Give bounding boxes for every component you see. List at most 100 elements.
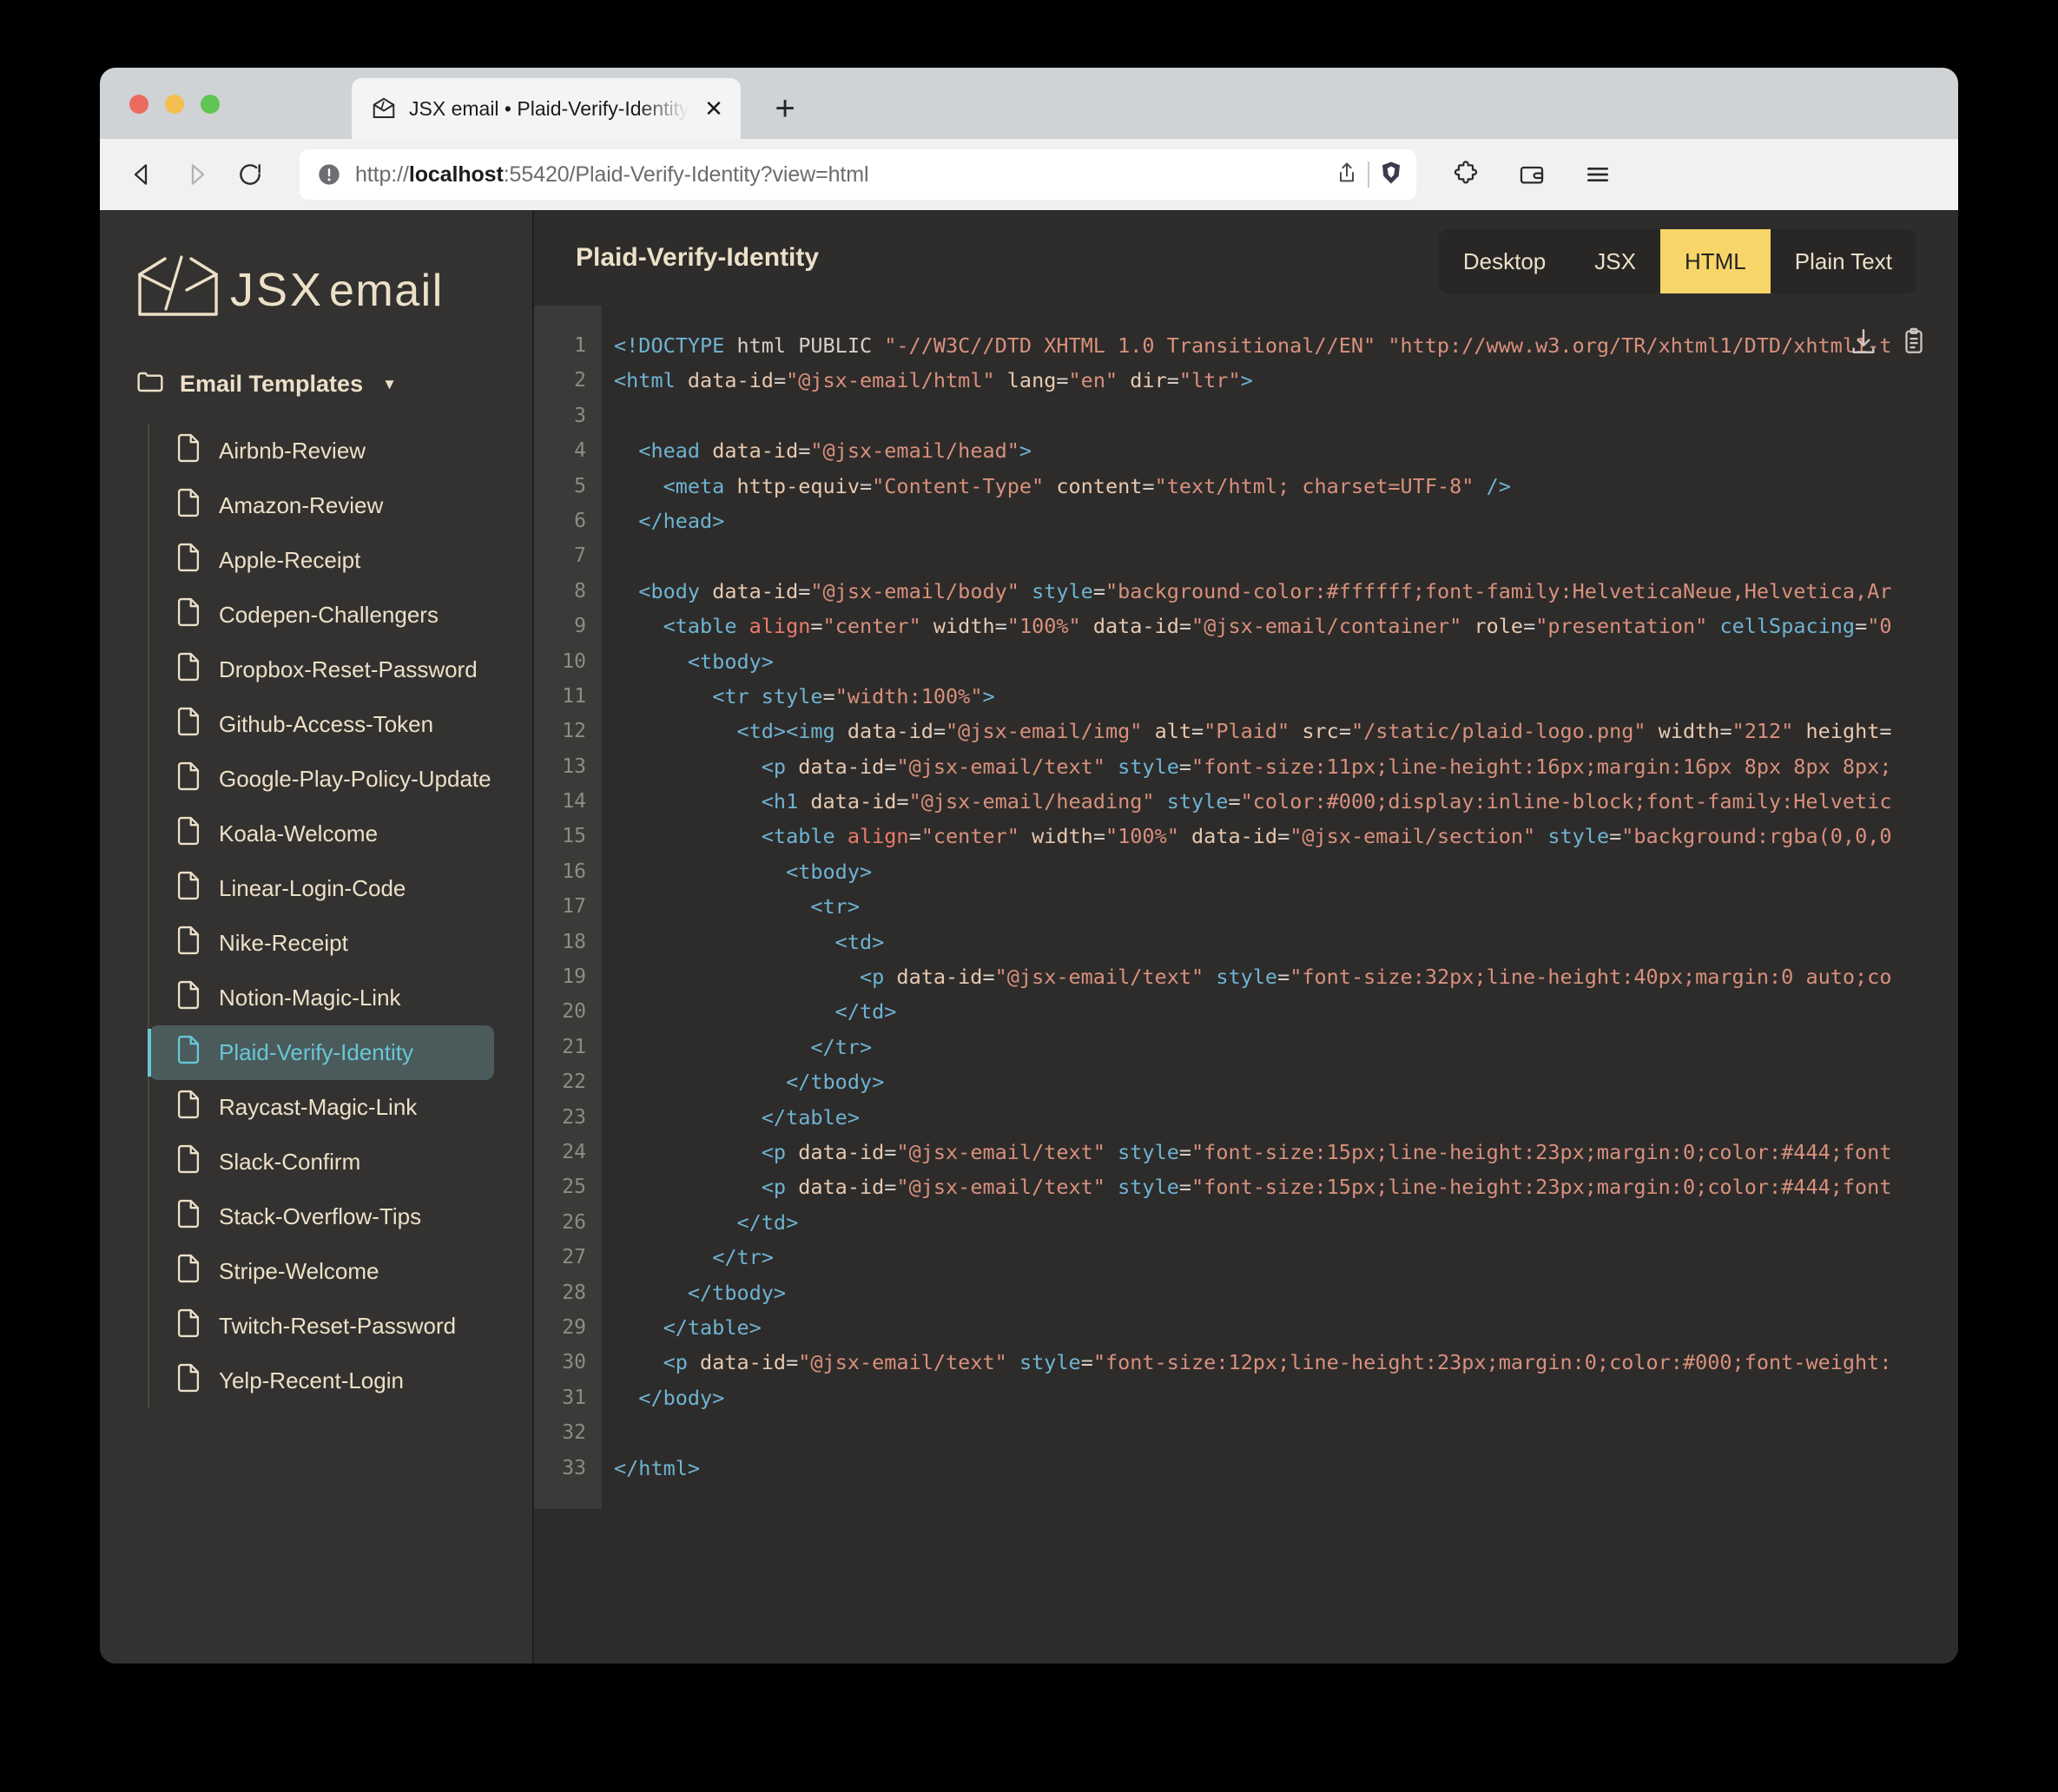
folder-label: Email Templates: [180, 370, 364, 397]
code-content[interactable]: <!DOCTYPE html PUBLIC "-//W3C//DTD XHTML…: [602, 306, 1958, 1664]
file-icon: [175, 488, 201, 524]
hamburger-menu-icon[interactable]: [1576, 153, 1619, 196]
code-line: <head data-id="@jsx-email/head">: [638, 438, 1032, 464]
clipboard-copy-icon[interactable]: [1899, 326, 1929, 360]
url-input[interactable]: http://localhost:55420/Plaid-Verify-Iden…: [355, 162, 1321, 188]
close-icon[interactable]: ✕: [701, 96, 727, 122]
tab-desktop[interactable]: Desktop: [1439, 229, 1570, 293]
reload-icon[interactable]: [227, 151, 274, 198]
sidebar-item-stack-overflow-tips[interactable]: Stack-Overflow-Tips: [149, 1189, 494, 1244]
sidebar-item-yelp-recent-login[interactable]: Yelp-Recent-Login: [149, 1354, 494, 1408]
browser-tab-strip: JSX email • Plaid-Verify-Identity ✕ +: [100, 68, 1958, 139]
sidebar-item-amazon-review[interactable]: Amazon-Review: [149, 478, 494, 533]
code-line: <p data-id="@jsx-email/text" style="font…: [859, 965, 1892, 990]
line-number: 16: [562, 860, 586, 883]
file-icon: [175, 652, 201, 688]
forward-arrow-icon[interactable]: [173, 151, 220, 198]
code-viewer: 1 2 3 4 5 6 7 8 9 10 11 12 13 14 15 16 17 18 19 20 21 22 23 24 2…: [534, 306, 1958, 1664]
maximize-window-button[interactable]: [201, 95, 220, 114]
tab-jsx[interactable]: JSX: [1570, 229, 1660, 293]
wallet-icon[interactable]: [1510, 153, 1553, 196]
url-path: :55420/Plaid-Verify-Identity?view=html: [503, 161, 869, 187]
sidebar-item-linear-login-code[interactable]: Linear-Login-Code: [149, 861, 494, 916]
browser-tab[interactable]: JSX email • Plaid-Verify-Identity ✕: [352, 78, 741, 139]
file-icon: [175, 707, 201, 742]
code-line: <meta http-equiv="Content-Type" content=…: [663, 473, 1511, 498]
line-number: 28: [562, 1281, 586, 1304]
sidebar-item-label: Dropbox-Reset-Password: [219, 656, 478, 682]
sidebar-item-plaid-verify-identity[interactable]: Plaid-Verify-Identity: [148, 1025, 494, 1080]
caret-down-icon[interactable]: ▼: [382, 377, 397, 392]
line-number: 24: [562, 1140, 586, 1163]
file-icon: [175, 816, 201, 852]
extensions-puzzle-icon[interactable]: [1444, 153, 1487, 196]
download-icon[interactable]: [1849, 326, 1878, 360]
close-window-button[interactable]: [129, 95, 148, 114]
line-number: 2: [574, 369, 586, 392]
sidebar-item-koala-welcome[interactable]: Koala-Welcome: [149, 807, 494, 861]
email-templates-folder[interactable]: Email Templates ▼: [100, 363, 532, 405]
brave-shield-icon[interactable]: [1378, 160, 1404, 190]
svg-text:email: email: [329, 266, 444, 316]
share-icon[interactable]: [1335, 161, 1359, 189]
tab-plain-text[interactable]: Plain Text: [1771, 229, 1916, 293]
sidebar-item-label: Stripe-Welcome: [219, 1258, 379, 1284]
sidebar-item-raycast-magic-link[interactable]: Raycast-Magic-Link: [149, 1080, 494, 1135]
file-icon: [175, 926, 201, 961]
code-line: <h1 data-id="@jsx-email/heading" style="…: [761, 789, 1892, 814]
sidebar-item-google-play-policy-update[interactable]: Google-Play-Policy-Update: [149, 752, 494, 807]
minimize-window-button[interactable]: [165, 95, 184, 114]
app-body: JSX email Email Templates ▼ Airbnb-Revie…: [100, 210, 1958, 1664]
line-number: 25: [562, 1176, 586, 1199]
new-tab-button[interactable]: +: [767, 90, 803, 127]
sidebar-item-codepen-challengers[interactable]: Codepen-Challengers: [149, 588, 494, 642]
tab-html[interactable]: HTML: [1659, 229, 1771, 293]
code-line: <p data-id="@jsx-email/text" style="font…: [761, 754, 1892, 779]
sidebar-item-stripe-welcome[interactable]: Stripe-Welcome: [149, 1244, 494, 1299]
sidebar-item-apple-receipt[interactable]: Apple-Receipt: [149, 533, 494, 588]
code-line: <td>: [834, 929, 885, 954]
code-line: <!DOCTYPE html PUBLIC "-//W3C//DTD XHTML…: [614, 333, 1892, 358]
line-number: 9: [574, 615, 586, 638]
line-number: 13: [562, 754, 586, 778]
line-number: 1: [574, 334, 586, 357]
sidebar-item-slack-confirm[interactable]: Slack-Confirm: [149, 1135, 494, 1189]
code-line: <tbody>: [786, 859, 873, 884]
browser-navigation-bar: http://localhost:55420/Plaid-Verify-Iden…: [100, 139, 1958, 210]
code-line: </td>: [736, 1209, 799, 1235]
sidebar-item-label: Twitch-Reset-Password: [219, 1313, 457, 1339]
sidebar: JSX email Email Templates ▼ Airbnb-Revie…: [100, 210, 534, 1664]
url-bar-actions: [1335, 160, 1404, 190]
sidebar-item-notion-magic-link[interactable]: Notion-Magic-Link: [149, 971, 494, 1025]
sidebar-item-airbnb-review[interactable]: Airbnb-Review: [149, 424, 494, 478]
line-number: 4: [574, 439, 586, 463]
sidebar-item-twitch-reset-password[interactable]: Twitch-Reset-Password: [149, 1299, 494, 1354]
code-line: </tr>: [712, 1245, 774, 1270]
file-icon: [175, 1090, 201, 1125]
code-line: </tbody>: [786, 1070, 885, 1095]
line-number: 12: [562, 720, 586, 743]
url-bar[interactable]: http://localhost:55420/Plaid-Verify-Iden…: [300, 149, 1416, 200]
sidebar-item-label: Slack-Confirm: [219, 1149, 361, 1175]
jsx-email-logo-icon[interactable]: JSX email: [100, 210, 532, 320]
line-number: 22: [562, 1071, 586, 1094]
line-number: 11: [562, 684, 586, 708]
sidebar-item-dropbox-reset-password[interactable]: Dropbox-Reset-Password: [149, 642, 494, 697]
sidebar-item-label: Notion-Magic-Link: [219, 985, 401, 1011]
sidebar-item-label: Raycast-Magic-Link: [219, 1094, 418, 1120]
code-line: <td><img data-id="@jsx-email/img" alt="P…: [736, 719, 1892, 744]
sidebar-item-label: Linear-Login-Code: [219, 875, 406, 901]
code-line: <p data-id="@jsx-email/text" style="font…: [761, 1139, 1892, 1164]
sidebar-item-github-access-token[interactable]: Github-Access-Token: [149, 697, 494, 752]
line-number: 10: [562, 649, 586, 673]
back-arrow-icon[interactable]: [119, 151, 166, 198]
sidebar-item-label: Amazon-Review: [219, 492, 384, 518]
main-header: Plaid-Verify-Identity Desktop JSX HTML Plai…: [534, 210, 1958, 306]
sidebar-item-nike-receipt[interactable]: Nike-Receipt: [149, 916, 494, 971]
not-secure-icon[interactable]: [317, 162, 341, 187]
line-number: 7: [574, 544, 586, 568]
line-number: 20: [562, 1000, 586, 1024]
